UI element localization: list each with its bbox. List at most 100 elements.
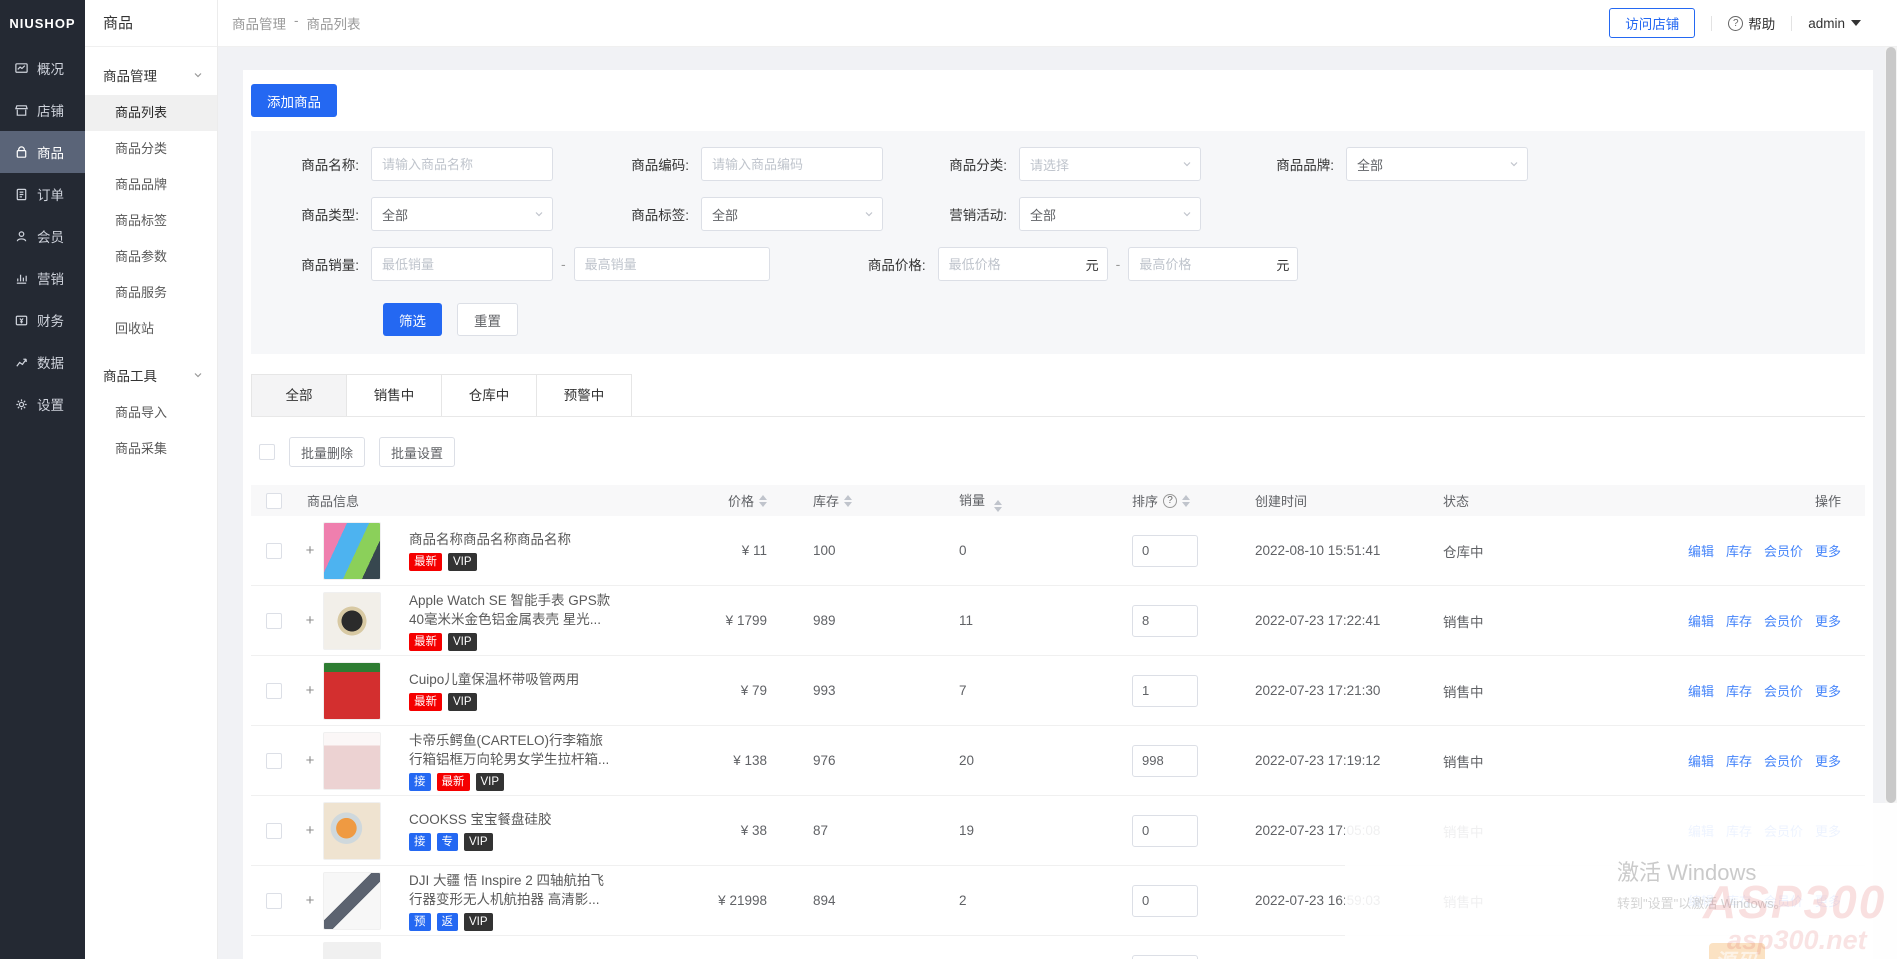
batch-delete-button[interactable]: 批量删除	[289, 437, 365, 467]
more-link[interactable]: 更多	[1815, 611, 1841, 630]
batch-set-button[interactable]: 批量设置	[379, 437, 455, 467]
breadcrumb-parent[interactable]: 商品管理	[232, 13, 286, 33]
submenu-group-goods-tools[interactable]: 商品工具	[85, 355, 217, 395]
sort-input[interactable]	[1132, 605, 1198, 637]
goods-category-select[interactable]: 请选择	[1019, 147, 1201, 181]
stock-link[interactable]: 库存	[1726, 751, 1752, 770]
submenu-item-goods-service[interactable]: 商品服务	[85, 275, 217, 311]
sort-input[interactable]	[1132, 675, 1198, 707]
product-name[interactable]: DJI 大疆 悟 Inspire 2 四轴航拍飞	[409, 871, 707, 890]
created-cell: 2022-07-23 17:22:41	[1207, 613, 1397, 628]
product-name-line2[interactable]: 行箱铝框万向轮男女学生拉杆箱...	[409, 750, 707, 769]
edit-link[interactable]: 编辑	[1688, 541, 1714, 560]
stock-link[interactable]: 库存	[1726, 541, 1752, 560]
edit-link[interactable]: 编辑	[1688, 611, 1714, 630]
product-name[interactable]: COOKSS 宝宝餐盘硅胶	[409, 810, 707, 829]
expand-toggle[interactable]: +	[297, 682, 323, 699]
product-name[interactable]: 商品名称商品名称商品名称	[409, 530, 707, 549]
product-name[interactable]: Cuipo儿童保温杯带吸管两用	[409, 670, 707, 689]
edit-link[interactable]: 编辑	[1688, 681, 1714, 700]
row-checkbox[interactable]	[266, 753, 282, 769]
marketing-activity-select[interactable]: 全部	[1019, 197, 1201, 231]
max-price-input[interactable]	[1128, 247, 1298, 281]
sort-input[interactable]	[1132, 535, 1198, 567]
goods-brand-select[interactable]: 全部	[1346, 147, 1528, 181]
filter-goods-price: 商品价格: 元 - 元	[834, 247, 1299, 281]
min-sales-input[interactable]	[371, 247, 553, 281]
expand-toggle[interactable]: +	[297, 822, 323, 839]
submenu-item-goods-list[interactable]: 商品列表	[85, 95, 217, 131]
min-price-input[interactable]	[938, 247, 1108, 281]
goods-name-input[interactable]	[371, 147, 553, 181]
more-link[interactable]: 更多	[1815, 751, 1841, 770]
sort-toggle-icon[interactable]	[759, 495, 767, 507]
submenu-item-goods-brand[interactable]: 商品品牌	[85, 167, 217, 203]
sidebar-item-goods[interactable]: 商品	[0, 131, 85, 173]
submenu-item-recycle-bin[interactable]: 回收站	[85, 311, 217, 347]
expand-toggle[interactable]: +	[297, 612, 323, 629]
submenu-item-goods-import[interactable]: 商品导入	[85, 395, 217, 431]
sort-toggle-icon[interactable]	[1182, 495, 1190, 507]
row-checkbox[interactable]	[266, 823, 282, 839]
submenu-item-goods-tag[interactable]: 商品标签	[85, 203, 217, 239]
submenu-group-goods-manage[interactable]: 商品管理	[85, 55, 217, 95]
help-button[interactable]: ? 帮助	[1728, 13, 1775, 33]
sidebar-item-shop[interactable]: 店铺	[0, 89, 85, 131]
sidebar-item-finance[interactable]: 财务	[0, 299, 85, 341]
scrollbar-thumb[interactable]	[1886, 47, 1896, 803]
select-all-checkbox[interactable]	[259, 444, 275, 460]
more-link[interactable]: 更多	[1815, 541, 1841, 560]
goods-tag-select[interactable]: 全部	[701, 197, 883, 231]
tab-on-sale[interactable]: 销售中	[346, 374, 442, 416]
goods-type-select[interactable]: 全部	[371, 197, 553, 231]
visit-shop-button[interactable]: 访问店铺	[1609, 8, 1695, 38]
sort-input[interactable]	[1132, 815, 1198, 847]
row-checkbox[interactable]	[266, 683, 282, 699]
submenu-item-goods-category[interactable]: 商品分类	[85, 131, 217, 167]
stock-link[interactable]: 库存	[1726, 611, 1752, 630]
more-link[interactable]: 更多	[1815, 681, 1841, 700]
row-checkbox[interactable]	[266, 893, 282, 909]
row-checkbox[interactable]	[266, 613, 282, 629]
sort-input[interactable]	[1132, 885, 1198, 917]
sidebar-item-marketing[interactable]: 营销	[0, 257, 85, 299]
submenu-item-goods-collect[interactable]: 商品采集	[85, 431, 217, 467]
product-name-line2[interactable]: 行器变形无人机航拍器 高清影...	[409, 890, 707, 909]
tab-in-stock[interactable]: 仓库中	[441, 374, 537, 416]
row-checkbox[interactable]	[266, 543, 282, 559]
member-price-link[interactable]: 会员价	[1764, 611, 1803, 630]
goods-code-input[interactable]	[701, 147, 883, 181]
sort-toggle-icon[interactable]	[844, 495, 852, 507]
max-sales-input[interactable]	[574, 247, 770, 281]
member-price-link[interactable]: 会员价	[1764, 681, 1803, 700]
sidebar-item-data[interactable]: 数据	[0, 341, 85, 383]
user-menu[interactable]: admin	[1808, 16, 1861, 31]
filter-reset-button[interactable]: 重置	[457, 303, 518, 336]
member-price-link[interactable]: 会员价	[1764, 751, 1803, 770]
expand-toggle[interactable]: +	[297, 752, 323, 769]
expand-toggle[interactable]: +	[297, 892, 323, 909]
sort-toggle-icon[interactable]	[994, 500, 1002, 512]
filter-submit-button[interactable]: 筛选	[383, 303, 442, 336]
sort-input[interactable]	[1132, 955, 1198, 959]
submenu-item-goods-params[interactable]: 商品参数	[85, 239, 217, 275]
expand-toggle[interactable]: +	[297, 542, 323, 559]
sidebar-item-orders[interactable]: 订单	[0, 173, 85, 215]
edit-link[interactable]: 编辑	[1688, 751, 1714, 770]
stock-link[interactable]: 库存	[1726, 681, 1752, 700]
sort-input[interactable]	[1132, 745, 1198, 777]
sidebar-item-overview[interactable]: 概况	[0, 47, 85, 89]
member-price-link[interactable]: 会员价	[1764, 541, 1803, 560]
product-name[interactable]: 卡帝乐鳄鱼(CARTELO)行李箱旅	[409, 731, 707, 750]
add-goods-button[interactable]: 添加商品	[251, 84, 337, 117]
badge-vip: VIP	[448, 633, 477, 651]
sidebar-item-members[interactable]: 会员	[0, 215, 85, 257]
tab-warning[interactable]: 预警中	[536, 374, 632, 416]
sidebar-item-settings[interactable]: 设置	[0, 383, 85, 425]
badge-vip: VIP	[448, 693, 477, 711]
product-name-line2[interactable]: 40毫米米金色铝金属表壳 星光...	[409, 610, 707, 629]
question-circle-icon[interactable]: ?	[1163, 494, 1177, 508]
tab-all[interactable]: 全部	[251, 374, 347, 416]
product-name[interactable]: Apple Watch SE 智能手表 GPS款	[409, 591, 707, 610]
header-checkbox[interactable]	[266, 493, 282, 509]
